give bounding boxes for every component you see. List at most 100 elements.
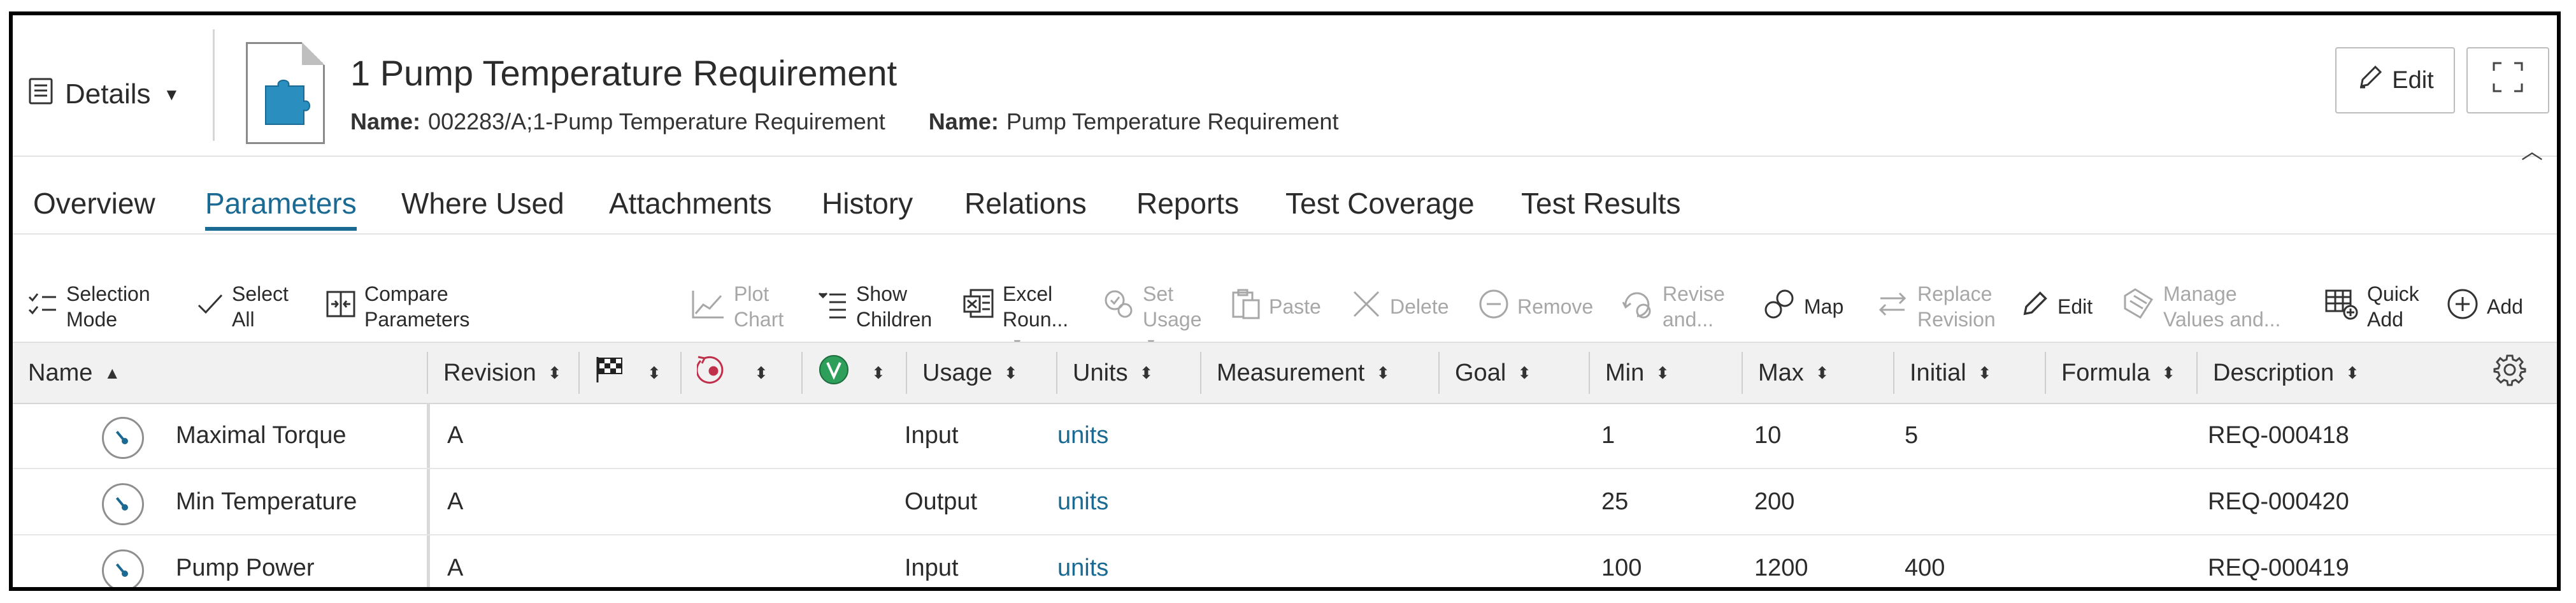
edit-button-label: Edit [2392,66,2434,94]
checklist-icon [27,288,59,326]
fullscreen-icon [2490,59,2526,101]
set-usage-button[interactable]: SetUsage ▼ [1102,278,1202,349]
column-header-validation[interactable]: ⬍ [803,343,906,403]
tab-test-results[interactable]: Test Results [1521,186,1681,231]
column-header-constraint[interactable]: ⬍ [682,343,801,403]
delete-button[interactable]: Delete [1350,278,1449,335]
parameters-toolbar: Selection Mode Select All Compare Parameter… [13,265,2557,349]
edit-parameter-label: Edit [2057,295,2093,318]
column-header-goal-flag[interactable]: ⬍ [580,343,680,403]
column-header-revision[interactable]: Revision ⬍ [428,343,578,403]
table-row[interactable]: Pump Power A Input units 100 1200 400 RE… [13,535,2557,587]
checkered-flag-icon [595,356,626,390]
cell-description: REQ-000420 [2208,488,2349,515]
app-frame: Details ▼ 1 Pump Temperature Requirement… [9,11,2561,591]
select-all-label: Select [232,282,289,305]
cell-units-link[interactable]: units [1057,469,1108,534]
paste-button[interactable]: Paste [1229,278,1321,335]
paste-label: Paste [1269,295,1321,318]
table-add-icon [2324,287,2359,327]
tab-where-used[interactable]: Where Used [401,186,564,231]
compare-parameters-button[interactable]: Compare Parameters [325,278,469,335]
pencil-icon [2356,63,2384,98]
tab-overview[interactable]: Overview [33,186,155,231]
table-body: Maximal Torque A Input units 1 10 5 REQ-… [13,403,2557,587]
name-label: Name: [928,108,999,134]
tab-test-coverage[interactable]: Test Coverage [1285,186,1475,231]
name-value: Pump Temperature Requirement [1006,108,1339,134]
add-button[interactable]: Add [2446,278,2523,335]
column-header-measurement[interactable]: Measurement ⬍ [1201,343,1438,403]
replace-revision-label: Replace [1917,282,1993,305]
table-row[interactable]: Maximal Torque A Input units 1 10 5 REQ-… [13,403,2557,469]
cell-units-link[interactable]: units [1057,403,1108,468]
edit-parameter-button[interactable]: Edit [2019,278,2093,335]
replace-revision-button[interactable]: Replace Revision [1875,278,1996,335]
column-header-formula[interactable]: Formula ⬍ [2046,343,2196,403]
set-usage-icon [1102,287,1135,326]
manage-values-label: Values and... [2163,308,2281,331]
map-label: Map [1804,295,1844,318]
selection-mode-button[interactable]: Selection Mode [27,278,150,335]
tab-history[interactable]: History [822,186,913,231]
replace-revision-label: Revision [1917,308,1996,331]
show-children-button[interactable]: Show Children [817,278,932,335]
sort-icon: ⬍ [2161,363,2176,382]
column-settings-button[interactable] [2493,343,2544,403]
table-row[interactable]: Min Temperature A Output units 25 200 RE… [13,469,2557,535]
gauge-icon [102,483,144,525]
revise-button[interactable]: Revise and... [1621,278,1725,335]
cell-description: REQ-000418 [2208,421,2349,449]
quick-add-label: Quick [2367,282,2419,305]
column-header-usage[interactable]: Usage ⬍ [907,343,1056,403]
compare-icon [325,288,357,326]
tab-attachments[interactable]: Attachments [609,186,772,231]
cell-name[interactable]: Min Temperature [176,469,357,534]
compare-parameters-label: Compare [364,282,448,305]
tab-parameters[interactable]: Parameters [205,186,357,231]
quick-add-button[interactable]: Quick Add [2324,278,2419,335]
object-header: Details ▼ 1 Pump Temperature Requirement… [13,15,2557,164]
set-usage-label: Usage [1143,308,1202,331]
map-button[interactable]: Map [1762,278,1843,335]
plot-chart-button[interactable]: Plot Chart [691,278,784,335]
column-header-initial[interactable]: Initial ⬍ [1894,343,2045,403]
tab-reports[interactable]: Reports [1136,186,1239,231]
sort-icon: ⬍ [547,363,562,382]
tab-relations[interactable]: Relations [964,186,1087,231]
fullscreen-button[interactable] [2466,47,2549,113]
column-header-description[interactable]: Description ⬍ [2198,343,2465,403]
clipboard-icon [1229,287,1261,326]
revise-label: Revise [1663,282,1725,305]
column-header-min[interactable]: Min ⬍ [1590,343,1742,403]
column-header-label: Name [28,359,93,386]
details-menu-label: Details [65,78,151,110]
column-header-label: Usage [922,359,992,386]
requirement-thumbnail [246,42,325,144]
column-header-goal[interactable]: Goal ⬍ [1440,343,1589,403]
details-view-menu[interactable]: Details ▼ [27,74,180,115]
edit-button[interactable]: Edit [2335,47,2455,113]
excel-icon [962,287,995,326]
checkmark-icon [196,290,224,324]
collapse-header-icon[interactable]: ︿ [2521,134,2543,165]
manage-values-button[interactable]: Manage Values and... [2121,278,2280,335]
cell-min: 25 [1601,488,1629,515]
excel-round-button[interactable]: ExcelRoun... ▼ [962,278,1068,349]
link-icon [1762,287,1796,327]
page-title: 1 Pump Temperature Requirement [350,53,898,93]
column-header-units[interactable]: Units ⬍ [1057,343,1200,403]
remove-button[interactable]: Remove [1478,278,1593,335]
set-usage-label: Set [1143,282,1174,305]
cell-max: 10 [1754,421,1782,449]
gear-icon [2493,353,2526,393]
cell-name[interactable]: Maximal Torque [176,403,347,468]
column-header-name[interactable]: Name ▲ [13,343,427,403]
minus-circle-icon [1478,288,1510,326]
cell-name[interactable]: Pump Power [176,535,315,587]
column-header-max[interactable]: Max ⬍ [1743,343,1893,403]
details-list-icon [27,76,56,113]
cell-units-link[interactable]: units [1057,535,1108,587]
sort-icon: ⬍ [1656,363,1670,382]
select-all-button[interactable]: Select All [196,278,289,335]
